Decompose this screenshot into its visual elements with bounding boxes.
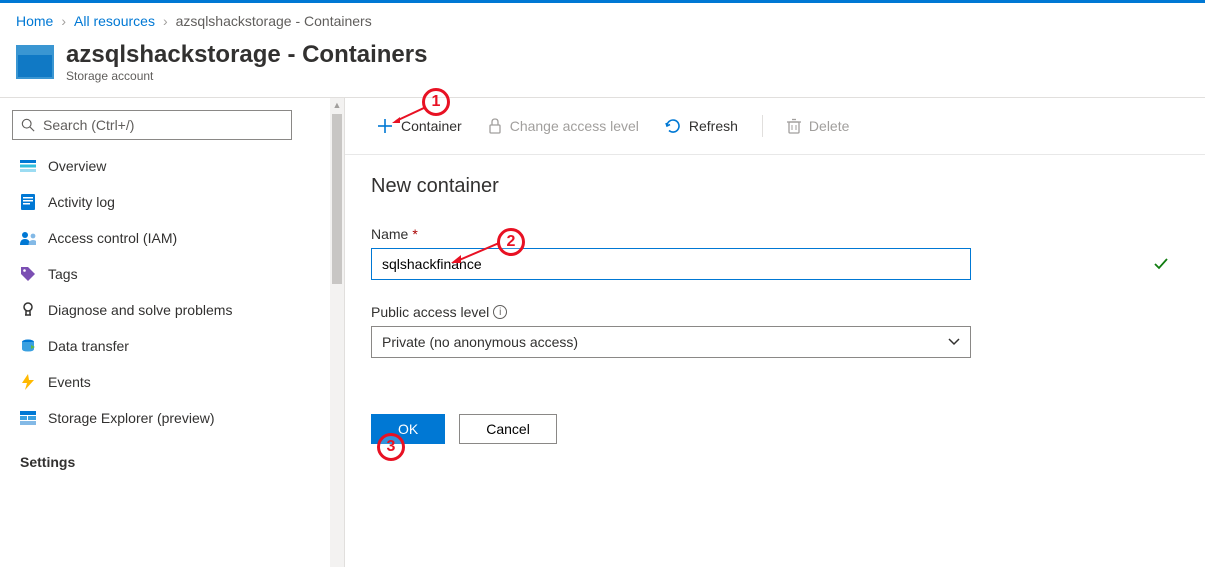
cancel-button[interactable]: Cancel — [459, 414, 557, 444]
sidebar-item-label: Events — [48, 374, 91, 390]
toolbar-label: Container — [401, 118, 462, 134]
events-icon — [20, 374, 36, 390]
sidebar-item-label: Overview — [48, 158, 106, 174]
search-input-wrap[interactable] — [12, 110, 292, 140]
breadcrumb-current: azsqlshackstorage - Containers — [176, 13, 372, 29]
sidebar-scrollbar[interactable]: ▲ — [330, 98, 344, 567]
chevron-right-icon: › — [163, 13, 168, 29]
valid-check-icon — [1153, 256, 1169, 275]
sidebar-section-settings: Settings — [12, 436, 318, 476]
container-name-input[interactable] — [371, 248, 971, 280]
sidebar-item-label: Access control (IAM) — [48, 230, 177, 246]
sidebar: ‹‹ Overview Activity log Access control … — [0, 98, 345, 567]
breadcrumb-home[interactable]: Home — [16, 13, 53, 29]
label-text: Public access level — [371, 304, 489, 320]
sidebar-item-overview[interactable]: Overview — [12, 148, 318, 184]
trash-icon — [787, 118, 801, 134]
sidebar-item-label: Activity log — [48, 194, 115, 210]
chevron-right-icon: › — [61, 13, 66, 29]
storage-explorer-icon — [20, 410, 36, 426]
select-value: Private (no anonymous access) — [382, 334, 578, 350]
toolbar: Container Change access level Refresh De… — [345, 98, 1205, 155]
access-level-field-label: Public access level i — [371, 304, 1179, 320]
plus-icon — [377, 118, 393, 134]
page-header: azsqlshackstorage - Containers Storage a… — [0, 37, 1205, 97]
page-title: azsqlshackstorage - Containers — [66, 41, 427, 69]
scrollbar-thumb[interactable] — [332, 114, 342, 284]
sidebar-item-activity-log[interactable]: Activity log — [12, 184, 318, 220]
sidebar-item-label: Data transfer — [48, 338, 129, 354]
lock-icon — [488, 118, 502, 134]
sidebar-item-label: Storage Explorer (preview) — [48, 410, 215, 426]
toolbar-separator — [762, 115, 763, 137]
data-transfer-icon — [20, 338, 36, 354]
sidebar-item-events[interactable]: Events — [12, 364, 318, 400]
toolbar-label: Delete — [809, 118, 849, 134]
storage-account-icon — [16, 45, 54, 79]
sidebar-item-tags[interactable]: Tags — [12, 256, 318, 292]
scroll-up-icon: ▲ — [330, 100, 344, 110]
iam-icon — [20, 230, 36, 246]
overview-icon — [20, 158, 36, 174]
label-text: Name — [371, 226, 408, 242]
sidebar-item-storage-explorer[interactable]: Storage Explorer (preview) — [12, 400, 318, 436]
sidebar-item-label: Diagnose and solve problems — [48, 302, 232, 318]
chevron-down-icon — [948, 335, 960, 349]
delete-button[interactable]: Delete — [779, 112, 857, 140]
new-container-panel: New container Name * Public access level… — [345, 155, 1205, 464]
sidebar-item-access-control[interactable]: Access control (IAM) — [12, 220, 318, 256]
refresh-button[interactable]: Refresh — [657, 112, 746, 140]
name-field-label: Name * — [371, 226, 1179, 242]
breadcrumb-all-resources[interactable]: All resources — [74, 13, 155, 29]
info-icon[interactable]: i — [493, 305, 507, 319]
tags-icon — [20, 266, 36, 282]
ok-button[interactable]: OK — [371, 414, 445, 444]
sidebar-item-data-transfer[interactable]: Data transfer — [12, 328, 318, 364]
required-asterisk: * — [412, 226, 417, 242]
add-container-button[interactable]: Container — [369, 112, 470, 140]
search-icon — [21, 118, 35, 132]
public-access-level-select[interactable]: Private (no anonymous access) — [371, 326, 971, 358]
panel-title: New container — [371, 175, 1179, 198]
toolbar-label: Refresh — [689, 118, 738, 134]
sidebar-item-diagnose[interactable]: Diagnose and solve problems — [12, 292, 318, 328]
refresh-icon — [665, 118, 681, 134]
breadcrumb: Home › All resources › azsqlshackstorage… — [0, 3, 1205, 37]
activity-log-icon — [20, 194, 36, 210]
change-access-level-button[interactable]: Change access level — [480, 112, 647, 140]
page-subtitle: Storage account — [66, 69, 427, 83]
search-input[interactable] — [43, 117, 283, 133]
content-pane: Container Change access level Refresh De… — [345, 98, 1205, 567]
sidebar-item-label: Tags — [48, 266, 78, 282]
diagnose-icon — [20, 302, 36, 318]
toolbar-label: Change access level — [510, 118, 639, 134]
